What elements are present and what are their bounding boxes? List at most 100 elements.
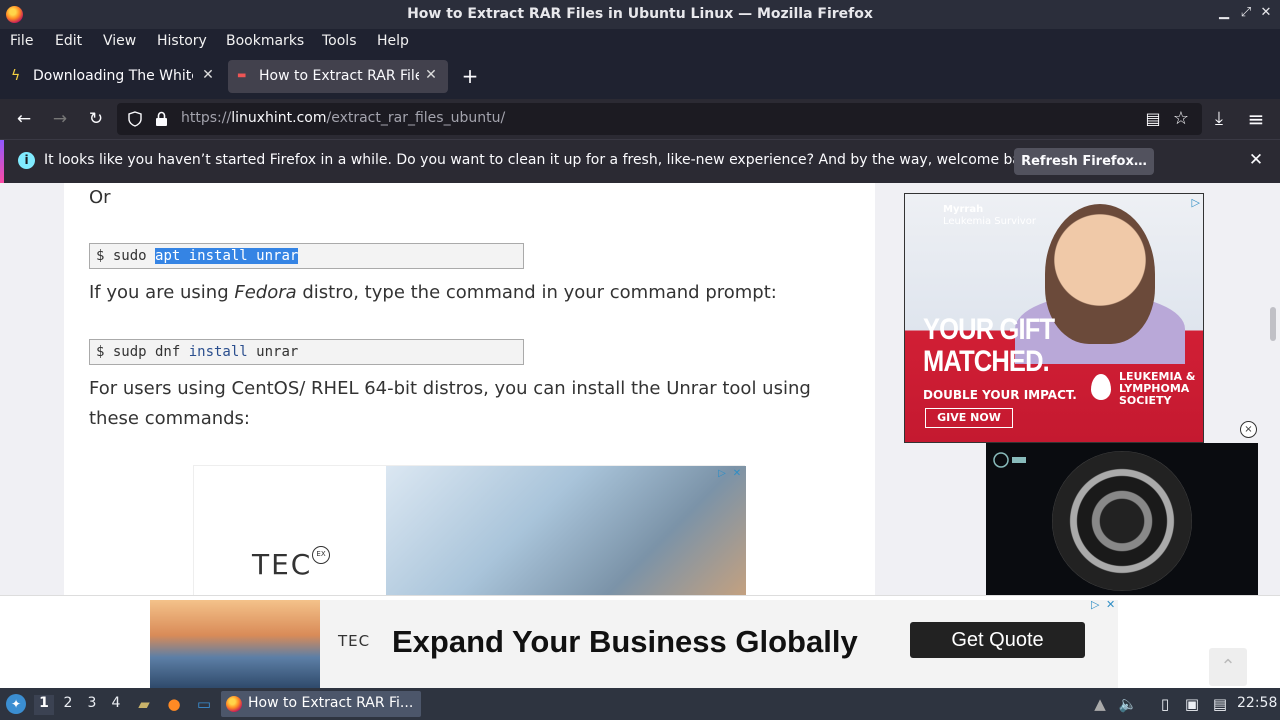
clock: 22:58 [1237, 695, 1278, 711]
firefox-launcher-icon[interactable]: ● [164, 694, 184, 714]
back-to-top-button[interactable]: ⌃ [1209, 648, 1247, 686]
bookmark-star-icon[interactable]: ☆ [1169, 107, 1193, 131]
ad-photo-airplane [150, 600, 320, 688]
taskbar-firefox-task[interactable]: How to Extract RAR Fi... [221, 691, 421, 717]
get-quote-button[interactable]: Get Quote [910, 622, 1085, 658]
new-tab-button[interactable]: + [460, 64, 480, 88]
lightning-icon: ϟ [11, 68, 21, 84]
tab-label: Downloading The White Lotus [33, 68, 193, 84]
tab-extract-rar[interactable]: ▬ How to Extract RAR Files in Ubuntu ✕ [228, 60, 448, 93]
ad-photo-lab-scientist [386, 466, 746, 606]
menu-view[interactable]: View [103, 33, 136, 49]
reader-view-icon[interactable]: ▤ [1141, 107, 1165, 131]
selected-text: apt install unrar [155, 248, 299, 264]
workspace-4[interactable]: 4 [106, 695, 126, 715]
code-block-apt[interactable]: $ sudo apt install unrar [89, 243, 524, 269]
inline-ad[interactable]: TEC EX ▷ ✕ [193, 465, 746, 606]
reload-button[interactable]: ↻ [84, 107, 108, 131]
tab-downloading[interactable]: ϟ Downloading The White Lotus ✕ [2, 60, 222, 93]
video-ad-close-icon[interactable]: × [1240, 421, 1257, 438]
lls-drop-logo-icon [1091, 374, 1111, 400]
bottom-banner-ad[interactable]: TEC Expand Your Business Globally Get Qu… [0, 595, 1280, 688]
url-text[interactable]: https://linuxhint.com/extract_rar_files_… [181, 110, 505, 126]
menu-bookmarks[interactable]: Bookmarks [226, 33, 304, 49]
clipboard-icon[interactable]: ▯ [1155, 694, 1175, 714]
url-scheme: https:// [181, 110, 232, 126]
network-icon[interactable]: ▣ [1182, 694, 1202, 714]
tec-logo: TEC [252, 548, 313, 581]
video-ad-frame [1052, 451, 1192, 591]
ad-person-caption: Leukemia Survivor [943, 216, 1036, 227]
paragraph-centos-line1: For users using CentOS/ RHEL 64-bit dist… [89, 378, 811, 399]
page-scrollbar-thumb[interactable] [1270, 307, 1276, 341]
menu-history[interactable]: History [157, 33, 207, 49]
minimize-button[interactable]: ▁ [1216, 5, 1232, 23]
org-line: SOCIETY [1119, 394, 1172, 407]
tab-close-icon[interactable]: ✕ [200, 67, 216, 85]
notification-accent [0, 140, 4, 184]
close-window-button[interactable]: ✕ [1258, 5, 1274, 23]
code-prompt: $ sudo [96, 248, 156, 264]
adchoices-icon[interactable]: ▷ [716, 468, 728, 480]
terminal-icon[interactable]: ▭ [194, 694, 214, 714]
text: If you are using [89, 282, 235, 303]
emphasis-fedora: Fedora [234, 282, 297, 303]
tab-close-icon[interactable]: ✕ [423, 67, 439, 85]
text: distro, type the command in your command… [296, 282, 777, 303]
url-bar[interactable]: https://linuxhint.com/extract_rar_files_… [117, 103, 1202, 135]
menu-help[interactable]: Help [377, 33, 409, 49]
firefox-icon [226, 696, 242, 712]
screen: How to Extract RAR Files in Ubuntu Linux… [0, 0, 1280, 720]
shield-icon[interactable] [128, 111, 142, 127]
video-ad-logo-mark [993, 452, 1026, 468]
downloads-icon[interactable]: ⤓ [1207, 107, 1231, 131]
refresh-firefox-button[interactable]: Refresh Firefox… [1014, 148, 1154, 175]
ad-close-icon[interactable]: ✕ [731, 468, 743, 480]
window-titlebar: How to Extract RAR Files in Ubuntu Linux… [0, 0, 1280, 29]
workspace-1[interactable]: 1 [34, 695, 54, 715]
volume-icon[interactable]: 🔈 [1118, 694, 1138, 714]
menu-tools[interactable]: Tools [322, 33, 357, 49]
ad-subline: DOUBLE YOUR IMPACT. [923, 388, 1077, 402]
banner-close-icon[interactable]: ✕ [1106, 598, 1115, 611]
notifications-icon[interactable]: ▤ [1210, 694, 1230, 714]
sidebar-ad-lls[interactable]: Myrrah Leukemia Survivor YOUR GIFT MATCHE… [904, 193, 1204, 443]
tray-updates-icon[interactable]: ▲ [1090, 694, 1110, 714]
adchoices-icon[interactable]: ▷ [1091, 598, 1099, 611]
menu-edit[interactable]: Edit [55, 33, 82, 49]
lock-icon[interactable] [155, 111, 168, 127]
video-ad-logo-icon [992, 451, 1028, 469]
video-ad[interactable] [986, 443, 1258, 596]
url-path: /extract_rar_files_ubuntu/ [326, 110, 506, 126]
code-block-dnf[interactable]: $ sudp dnf install unrar [89, 339, 524, 365]
refresh-notification-bar: i It looks like you haven’t started Fire… [0, 139, 1280, 184]
file-manager-icon[interactable]: ▰ [134, 694, 154, 714]
banner-ad-creative[interactable]: TEC Expand Your Business Globally Get Qu… [150, 600, 1118, 688]
back-button[interactable]: ← [12, 107, 36, 131]
hamburger-menu-icon[interactable]: ≡ [1244, 107, 1268, 131]
paragraph-centos-line2: these commands: [89, 408, 250, 429]
ad-headline-line1: YOUR GIFT [923, 313, 1055, 346]
info-icon: i [18, 152, 35, 169]
code-text: unrar [247, 344, 299, 360]
maximize-button[interactable]: ⤢ [1238, 5, 1254, 23]
start-menu-icon[interactable]: ✦ [6, 694, 26, 714]
taskbar: ✦ 1 2 3 4 ▰ ● ▭ How to Extract RAR Fi...… [0, 688, 1280, 720]
notification-close-icon[interactable]: ✕ [1246, 150, 1266, 172]
workspace-2[interactable]: 2 [58, 695, 78, 715]
menu-file[interactable]: File [10, 33, 33, 49]
tec-logo: TEC [338, 632, 371, 650]
url-domain: linuxhint.com [231, 110, 327, 126]
menubar: File Edit View History Bookmarks Tools H… [0, 29, 1280, 54]
paragraph-or: Or [89, 187, 111, 208]
give-now-button[interactable]: GIVE NOW [925, 408, 1013, 428]
workspace-3[interactable]: 3 [82, 695, 102, 715]
task-label: How to Extract RAR Fi... [248, 695, 414, 711]
notification-message: It looks like you haven’t started Firefo… [44, 152, 1043, 168]
forward-button[interactable]: → [48, 107, 72, 131]
page-content: Or $ sudo apt install unrar If you are u… [0, 183, 1280, 688]
ad-headline-line2: MATCHED. [923, 345, 1050, 378]
linuxhint-icon: ▬ [237, 70, 247, 81]
tab-label: How to Extract RAR Files in Ubuntu [259, 68, 419, 84]
adchoices-icon[interactable]: ▷ [1192, 196, 1200, 209]
